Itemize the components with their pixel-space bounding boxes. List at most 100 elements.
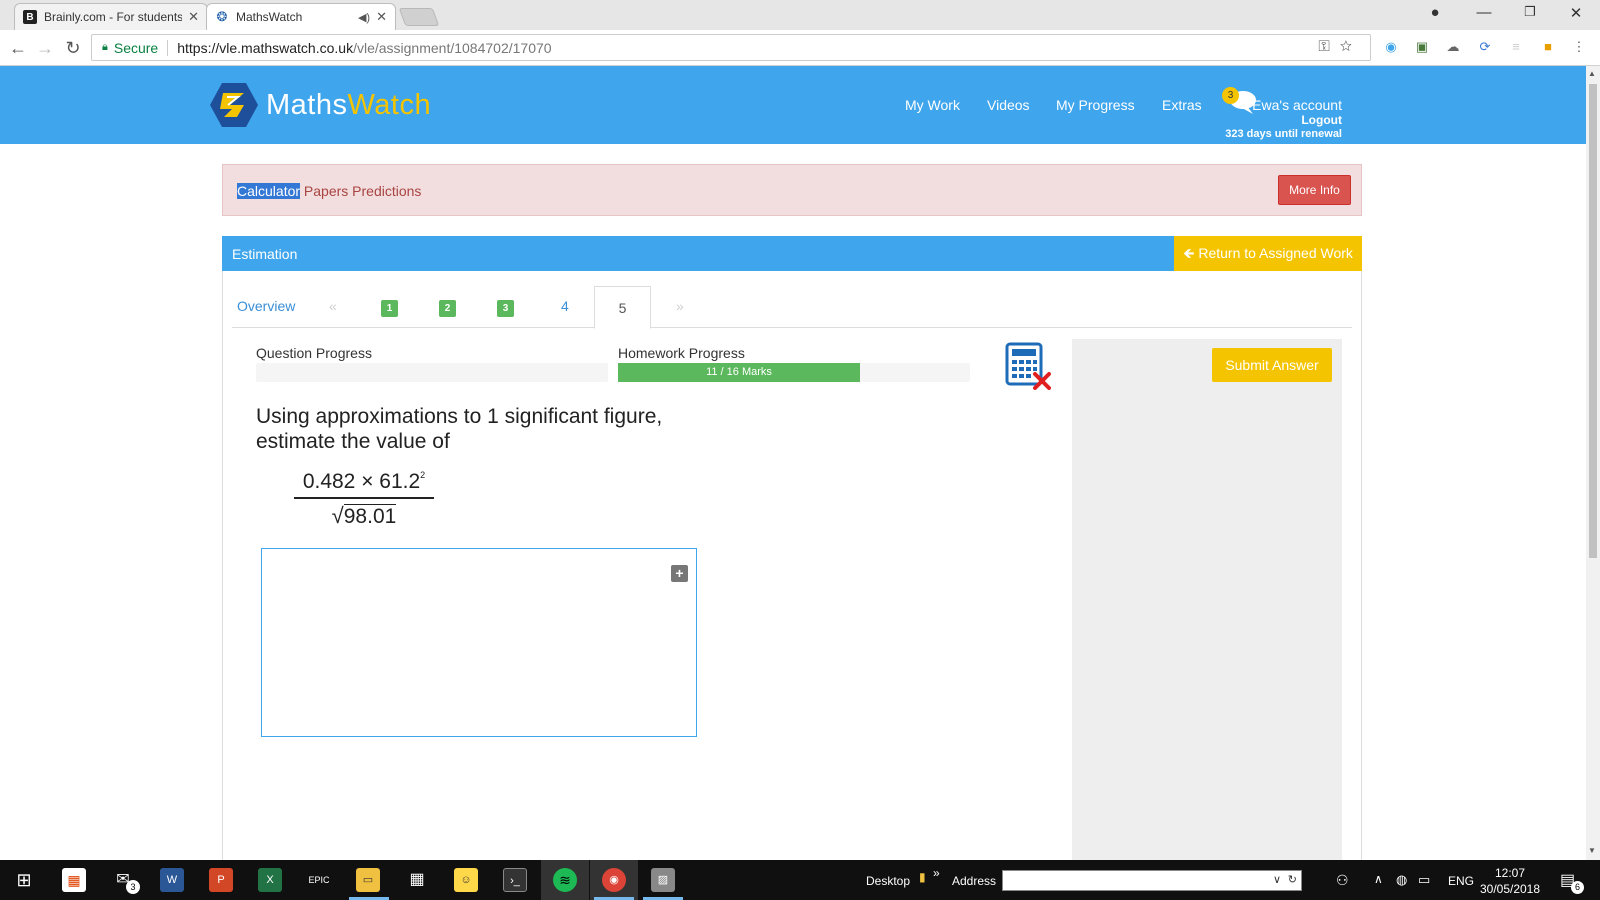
spotify-icon[interactable]: ≋ xyxy=(553,868,577,892)
page-scrollbar[interactable]: ▲ ▼ xyxy=(1586,66,1600,860)
image-viewer-icon[interactable]: ▨ xyxy=(651,868,675,892)
url-host: https://vle.mathswatch.co.uk xyxy=(177,39,354,56)
tab-overview[interactable]: Overview xyxy=(237,298,295,314)
clock-time: 12:07 xyxy=(1494,866,1526,880)
exponent: 2 xyxy=(420,470,426,480)
tab-question-3[interactable]: 3 xyxy=(497,300,514,317)
tab-question-4[interactable]: 4 xyxy=(561,298,569,314)
epic-games-icon[interactable]: EPIC xyxy=(307,868,331,892)
homework-progress-bar: 11 / 16 Marks xyxy=(618,363,970,382)
scrollbar-thumb[interactable] xyxy=(1589,84,1597,558)
refresh-icon[interactable]: ↻ xyxy=(1288,873,1297,886)
panel-title: Estimation xyxy=(232,246,298,262)
new-tab-button[interactable] xyxy=(398,8,440,26)
tab-question-5-active[interactable]: 5 xyxy=(594,286,651,329)
excel-icon[interactable]: X xyxy=(258,868,282,892)
answer-input-area[interactable]: + xyxy=(261,548,697,737)
key-icon[interactable]: ⚿ xyxy=(1318,38,1339,55)
app-icon[interactable]: ☺ xyxy=(454,868,478,892)
logout-link[interactable]: Logout xyxy=(1301,113,1342,127)
selected-text: Calculator xyxy=(237,183,301,199)
language-indicator[interactable]: ENG xyxy=(1448,874,1474,888)
close-tab-icon[interactable]: ✕ xyxy=(376,9,387,25)
side-panel: Submit Answer xyxy=(1072,339,1342,860)
close-tab-icon[interactable]: ✕ xyxy=(188,9,199,25)
homework-progress-fill: 11 / 16 Marks xyxy=(618,363,860,382)
mute-tab-icon[interactable]: ◀) xyxy=(358,11,370,24)
calculator-icon[interactable]: ▦ xyxy=(405,868,429,892)
question-line-1: Using approximations to 1 significant fi… xyxy=(256,405,663,428)
extension-icon[interactable]: ▣ xyxy=(1413,38,1431,56)
powerpoint-icon[interactable]: P xyxy=(209,868,233,892)
browser-tabstrip: B Brainly.com - For students ✕ ❂ MathsWa… xyxy=(0,0,1600,30)
windows-start-icon[interactable]: ⊞ xyxy=(12,868,36,892)
scroll-up-arrow-icon[interactable]: ▲ xyxy=(1588,69,1596,78)
cloud-icon[interactable]: ☁ xyxy=(1444,38,1462,56)
command-prompt-icon[interactable]: ›_ xyxy=(503,868,527,892)
extension-icon[interactable]: ■ xyxy=(1539,38,1557,56)
restore-icon[interactable]: ❐ xyxy=(1510,4,1550,20)
reload-icon[interactable]: ↻ xyxy=(61,36,85,60)
chevron-right-icon[interactable]: » xyxy=(933,866,940,880)
calculator-not-allowed-icon xyxy=(1005,342,1051,390)
radicand: 98.01 xyxy=(343,504,397,528)
logo-text: MathsWatch xyxy=(266,88,432,121)
omnibox-icons: ⚿☆ xyxy=(1318,38,1362,55)
taskbar-clock[interactable]: 12:07 30/05/2018 xyxy=(1478,865,1542,897)
tab-question-1[interactable]: 1 xyxy=(381,300,398,317)
bookmark-star-icon[interactable]: ☆ xyxy=(1340,38,1362,55)
secure-indicator[interactable]: 🔒︎ Secure xyxy=(92,40,158,56)
minimize-icon[interactable]: — xyxy=(1464,4,1504,21)
mathswatch-logo[interactable]: MathsWatch xyxy=(208,81,431,129)
return-to-assigned-work-button[interactable]: 🡸 Return to Assigned Work xyxy=(1174,236,1362,271)
expand-plus-icon[interactable]: + xyxy=(671,565,688,582)
extension-icon[interactable]: ≡ xyxy=(1507,38,1525,56)
return-label: Return to Assigned Work xyxy=(1198,245,1353,261)
network-icon[interactable]: ◍ xyxy=(1396,872,1407,888)
tab-prev-icon[interactable]: « xyxy=(329,298,337,314)
file-explorer-icon[interactable]: ▭ xyxy=(356,868,380,892)
tab-question-2[interactable]: 2 xyxy=(439,300,456,317)
nav-extras[interactable]: Extras xyxy=(1162,97,1202,113)
taskbar-address-input[interactable]: ∨ ↻ xyxy=(1002,870,1302,891)
banner-text-rest: Papers Predictions xyxy=(300,183,422,199)
desktop-toolbar-label[interactable]: Desktop xyxy=(866,874,910,888)
word-icon[interactable]: W xyxy=(160,868,184,892)
forward-arrow-icon[interactable]: → xyxy=(33,36,57,60)
nav-my-progress[interactable]: My Progress xyxy=(1056,97,1135,113)
banner-text[interactable]: Calculator Papers Predictions xyxy=(237,183,421,199)
folder-icon[interactable]: ▮ xyxy=(919,870,926,884)
question-progress-label: Question Progress xyxy=(256,345,372,361)
chevron-down-icon[interactable]: ∨ xyxy=(1273,873,1281,886)
browser-tab-mathswatch[interactable]: ❂ MathsWatch ◀) ✕ xyxy=(206,3,396,30)
address-bar[interactable]: 🔒︎ Secure https://vle.mathswatch.co.uk/v… xyxy=(91,34,1371,61)
back-arrow-icon[interactable]: ← xyxy=(6,36,30,60)
site-header: MathsWatch My Work Videos My Progress Ex… xyxy=(0,66,1586,144)
store-icon[interactable]: ▦ xyxy=(62,868,86,892)
sync-icon[interactable]: ⟳ xyxy=(1476,38,1494,56)
divider xyxy=(167,39,169,56)
browser-tab-brainly[interactable]: B Brainly.com - For students ✕ xyxy=(14,3,208,30)
notification-count-badge: 6 xyxy=(1571,881,1584,894)
extension-icon[interactable]: ◉ xyxy=(1382,38,1400,56)
nav-videos[interactable]: Videos xyxy=(987,97,1030,113)
submit-answer-button[interactable]: Submit Answer xyxy=(1212,348,1332,382)
scroll-down-arrow-icon[interactable]: ▼ xyxy=(1588,846,1596,855)
nav-my-work[interactable]: My Work xyxy=(905,97,960,113)
more-info-button[interactable]: More Info xyxy=(1278,175,1351,205)
display-icon[interactable]: ▭ xyxy=(1418,872,1430,888)
clock-date: 30/05/2018 xyxy=(1479,882,1541,896)
homework-progress-label: Homework Progress xyxy=(618,345,745,361)
chevron-up-icon[interactable]: ∧ xyxy=(1374,872,1383,886)
tab-title: Brainly.com - For students xyxy=(44,10,183,24)
address-toolbar-label: Address xyxy=(952,874,997,888)
profile-icon[interactable]: ● xyxy=(1415,4,1455,21)
menu-icon[interactable]: ⋮ xyxy=(1570,38,1588,56)
messages-count-badge: 3 xyxy=(1222,87,1239,104)
tab-next-icon[interactable]: » xyxy=(676,298,684,314)
people-icon[interactable]: ⚇ xyxy=(1336,872,1349,889)
close-window-icon[interactable]: ✕ xyxy=(1556,4,1596,22)
fraction-numerator: 0.482 × 61.22 xyxy=(294,470,434,499)
chrome-icon[interactable]: ◉ xyxy=(602,868,626,892)
account-link[interactable]: Ewa's account xyxy=(1252,97,1342,113)
